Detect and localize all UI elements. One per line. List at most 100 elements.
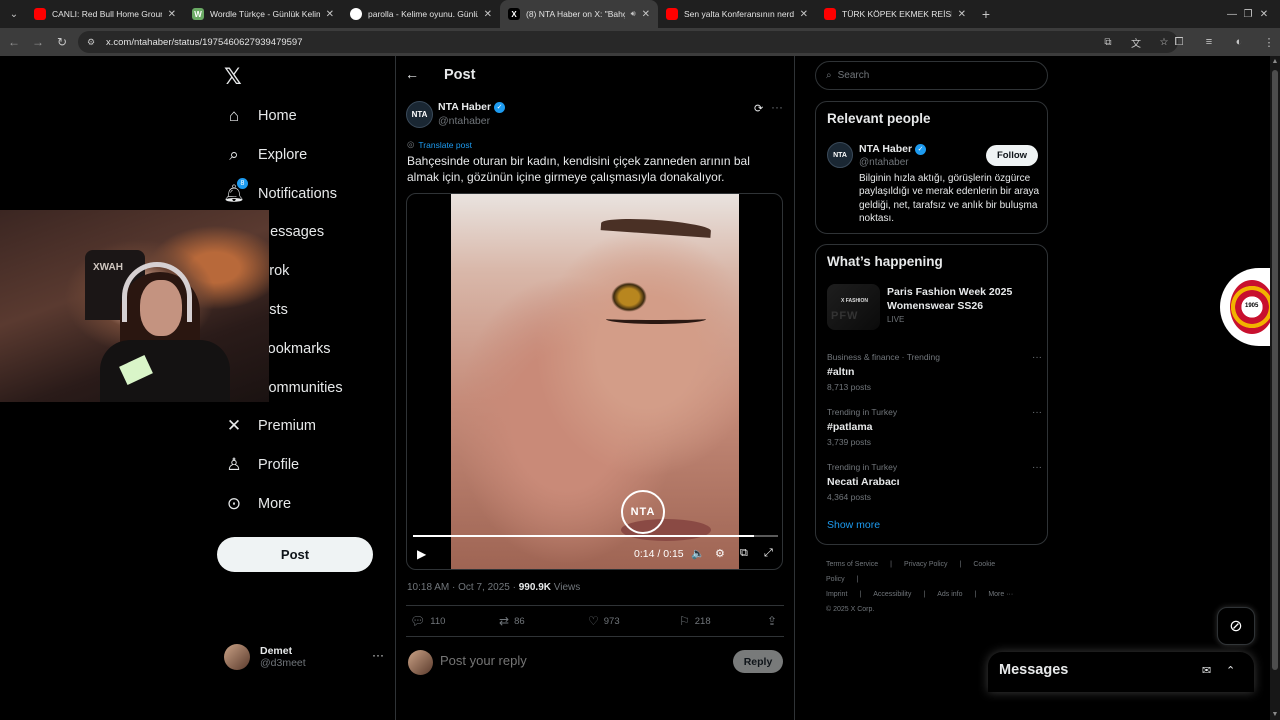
settings-gear-icon[interactable]: ⚙	[715, 547, 725, 560]
browser-tab[interactable]: Sen yalta Konferansının nerde o ✕	[658, 0, 816, 28]
nav-label[interactable]: Home	[258, 108, 297, 124]
author-handle[interactable]: @ntahaber	[438, 115, 490, 127]
footer-link[interactable]: Imprint	[826, 591, 847, 598]
browser-tab[interactable]: X (8) NTA Haber on X: "Bahçe 🔊︎ ✕	[500, 0, 658, 28]
video-progress-bar[interactable]	[413, 535, 778, 537]
trend-item[interactable]: Trending in Turkey #patlama 3,739 posts ···	[827, 407, 1042, 451]
post-more-icon[interactable]: ···	[771, 100, 783, 114]
reply-action[interactable]: 💬︎ 110	[410, 614, 445, 628]
translate-icon[interactable]: 文	[1128, 34, 1144, 50]
trend-name[interactable]: #patlama	[827, 421, 1042, 433]
tab-title[interactable]: (8) NTA Haber on X: "Bahçe	[526, 9, 625, 19]
compose-post-button[interactable]: Post	[217, 537, 373, 572]
footer-link[interactable]: Terms of Service	[826, 561, 878, 568]
tab-close-icon[interactable]: ✕	[326, 9, 334, 20]
more-icon[interactable]: ···	[372, 648, 384, 662]
reading-list-icon[interactable]: ≡	[1198, 30, 1220, 54]
back-arrow-icon[interactable]: ←	[405, 66, 423, 84]
author-name[interactable]: NTA Haber ✓	[438, 101, 506, 113]
expand-icon[interactable]: ⌃	[1226, 664, 1235, 677]
share-action[interactable]: ⇪	[767, 614, 777, 628]
forward-icon[interactable]: →	[26, 30, 50, 54]
new-message-icon[interactable]: ✉	[1202, 664, 1211, 677]
footer-link[interactable]: More ···	[988, 591, 1013, 598]
nav-item-premium[interactable]: ✕ Premium	[224, 411, 316, 441]
featured-event-title[interactable]: Paris Fashion Week 2025 Womenswear SS26	[887, 286, 1037, 313]
relevant-handle[interactable]: @ntahaber	[859, 157, 909, 168]
footer-link[interactable]: Privacy Policy	[904, 561, 948, 568]
nav-item-more[interactable]: ⊙ More	[224, 489, 291, 519]
search-box[interactable]: ⌕	[815, 61, 1048, 90]
tab-close-icon[interactable]: ✕	[642, 9, 650, 20]
video-player[interactable]: NTA ▶ 0:14 / 0:15 🔈 ⚙ ⧉ ⤢	[406, 193, 783, 570]
translate-post-link[interactable]: ◎ Translate post	[407, 139, 472, 150]
post-time[interactable]: 10:18 AM · Oct 7, 2025 ·	[407, 582, 519, 593]
trend-more-icon[interactable]: ···	[1032, 352, 1042, 363]
trend-name[interactable]: #altın	[827, 366, 1042, 378]
tab-close-icon[interactable]: ✕	[168, 9, 176, 20]
extensions-icon[interactable]: ⧠	[1168, 30, 1190, 54]
trend-thumbnail[interactable]: X FASHION PFW	[827, 284, 880, 330]
video-frame[interactable]: NTA	[451, 194, 739, 569]
trend-more-icon[interactable]: ···	[1032, 407, 1042, 418]
bookmark-action[interactable]: ⚐ 218	[679, 614, 711, 628]
search-input[interactable]	[837, 70, 1028, 81]
nav-item-profile[interactable]: ♙ Profile	[224, 450, 299, 480]
nav-label[interactable]: Notifications	[258, 186, 337, 202]
url-text[interactable]: x.com/ntahaber/status/197546062793947959…	[106, 37, 303, 48]
author-name-text[interactable]: NTA Haber	[438, 101, 491, 113]
tab-audio-icon[interactable]: 🔊︎	[631, 9, 636, 19]
footer-link[interactable]: Accessibility	[873, 591, 911, 598]
trend-name[interactable]: Necati Arabacı	[827, 476, 1042, 488]
back-icon[interactable]: ←	[2, 30, 26, 54]
tab-title[interactable]: CANLI: Red Bull Home Ground	[52, 9, 162, 19]
profile-icon[interactable]: ◐	[1228, 30, 1250, 54]
tab-title[interactable]: TÜRK KÖPEK EKMEK REİSİ NASI	[842, 9, 952, 19]
translate-label[interactable]: Translate post	[418, 140, 472, 150]
reload-icon[interactable]: ↻	[50, 30, 74, 54]
nav-label[interactable]: Explore	[258, 147, 307, 163]
install-app-icon[interactable]: ⧉	[1100, 34, 1116, 50]
like-action[interactable]: ♡ 973	[588, 614, 620, 628]
scroll-up-icon[interactable]: ▲	[1270, 58, 1280, 65]
repost-action[interactable]: ⇄ 86	[499, 614, 525, 628]
nav-item-notifications[interactable]: 🔔︎ 8 Notifications	[223, 177, 337, 209]
close-window-icon[interactable]: ✕	[1248, 0, 1280, 28]
nav-item-explore[interactable]: ⌕ Explore	[224, 140, 307, 170]
footer-link[interactable]: Ads info	[937, 591, 962, 598]
play-icon[interactable]: ▶	[417, 547, 426, 561]
tab-close-icon[interactable]: ✕	[958, 9, 966, 20]
browser-menu-icon[interactable]: ⋮	[1258, 30, 1280, 54]
nav-label[interactable]: Communities	[258, 380, 343, 396]
grok-button[interactable]: ⊘	[1217, 607, 1255, 645]
messages-drawer[interactable]: Messages ✉ ⌃	[988, 652, 1254, 692]
trend-item[interactable]: Trending in Turkey Necati Arabacı 4,364 po…	[827, 462, 1042, 506]
address-bar[interactable]: ⚙ x.com/ntahaber/status/1975460627939479…	[78, 31, 1178, 53]
author-avatar[interactable]: NTA	[406, 101, 433, 128]
relevant-avatar[interactable]: NTA	[827, 142, 853, 168]
reply-button[interactable]: Reply	[733, 650, 783, 673]
tab-title[interactable]: Wordle Türkçe - Günlük Kelime	[210, 9, 320, 19]
reply-input[interactable]	[440, 653, 720, 668]
pip-icon[interactable]: ⧉	[740, 547, 748, 560]
trend-item[interactable]: Business & finance · Trending #altın 8,713…	[827, 352, 1042, 396]
volume-icon[interactable]: 🔈	[691, 547, 705, 560]
nav-label[interactable]: Premium	[258, 418, 316, 434]
tab-close-icon[interactable]: ✕	[484, 9, 492, 20]
tab-title[interactable]: parolla - Kelime oyunu. Günlük	[368, 9, 478, 19]
fullscreen-icon[interactable]: ⤢	[764, 547, 773, 560]
tab-search-icon[interactable]: ⌄	[2, 2, 26, 26]
tab-title[interactable]: Sen yalta Konferansının nerde o	[684, 9, 794, 19]
nav-label[interactable]: Profile	[258, 457, 299, 473]
scroll-down-icon[interactable]: ▼	[1270, 711, 1280, 718]
nav-item-home[interactable]: ⌂ Home	[224, 101, 297, 131]
show-more-link[interactable]: Show more	[827, 519, 880, 531]
site-info-icon[interactable]: ⚙	[84, 35, 98, 49]
browser-tab[interactable]: CANLI: Red Bull Home Ground ✕	[26, 0, 184, 28]
trend-more-icon[interactable]: ···	[1032, 462, 1042, 473]
x-logo-icon[interactable]: 𝕏	[224, 66, 246, 88]
new-tab-button[interactable]: +	[974, 6, 998, 22]
nav-label[interactable]: More	[258, 496, 291, 512]
relevant-name[interactable]: NTA Haber ✓	[859, 143, 927, 155]
browser-tab[interactable]: W Wordle Türkçe - Günlük Kelime ✕	[184, 0, 342, 28]
